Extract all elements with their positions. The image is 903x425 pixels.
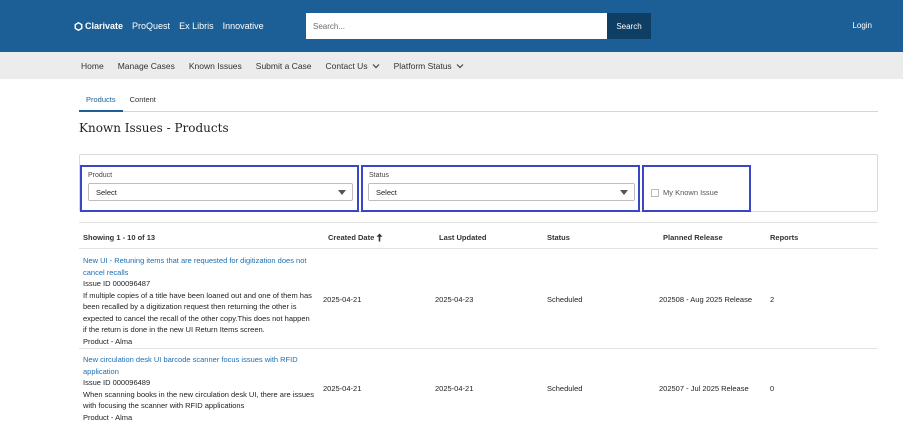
my-known-issue-label[interactable]: My Known Issue [663,188,718,197]
nav-platform-status-label: Platform Status [393,60,452,71]
nav-known-issues-label: Known Issues [188,60,242,71]
caret-down-icon [338,190,346,195]
brand-innovative[interactable]: Innovative [223,21,264,31]
nav-submit-case-label: Submit a Case [255,60,312,71]
issue-product: Product - Alma [83,412,133,422]
issue-product: Product - Alma [83,336,133,346]
nav-contact-us-label: Contact Us [325,60,368,71]
brand-proquest[interactable]: ProQuest [132,21,170,31]
last-updated: 2025-04-21 [435,384,474,393]
brand-name: Clarivate [85,21,124,31]
issue-cell: New UI - Retuning items that are request… [83,255,315,347]
header-reports[interactable]: Reports [770,233,798,242]
header-planned-release[interactable]: Planned Release [663,233,723,242]
header-status[interactable]: Status [547,233,570,242]
status-select[interactable]: Select [368,183,635,201]
search-button[interactable]: Search [607,13,651,39]
main-nav: Home Manage Cases Known Issues Submit a … [0,52,903,79]
nav-manage-cases-label: Manage Cases [117,60,175,71]
issue-id: Issue ID 000096487 [83,279,151,288]
brand-bar: Clarivate ProQuest Ex Libris Innovative [74,21,264,31]
nav-submit-case[interactable]: Submit a Case [256,61,312,71]
nav-manage-cases[interactable]: Manage Cases [118,61,175,71]
issue-description: If multiple copies of a title have been … [83,290,312,335]
status-select-value: Select [376,187,397,197]
tabs: Products Content [79,93,878,112]
created-date: 2025-04-21 [323,295,362,304]
clarivate-logo-icon [74,21,83,31]
reports-count: 0 [770,384,775,393]
top-header: Clarivate ProQuest Ex Libris Innovative … [0,0,903,52]
nav-contact-us[interactable]: Contact Us [326,61,380,71]
my-known-issue-checkbox[interactable] [651,189,659,197]
status-value: Scheduled [547,384,583,393]
product-select-value: Select [96,187,117,197]
last-updated: 2025-04-23 [435,295,474,304]
product-filter-label: Product [88,172,113,179]
tab-content[interactable]: Content [123,93,163,112]
tab-products[interactable]: Products [79,93,123,112]
nav-platform-status[interactable]: Platform Status [394,61,464,71]
clarivate-logo[interactable]: Clarivate [74,21,123,31]
table-row: New circulation desk UI barcode scanner … [79,349,878,425]
planned-release: 202508 - Aug 2025 Release [659,295,752,304]
product-select[interactable]: Select [88,183,353,201]
header-created-date-label: Created Date [328,233,375,242]
sort-arrow-up-icon [376,233,383,242]
brand-exlibris[interactable]: Ex Libris [179,21,214,31]
chevron-down-icon [456,63,464,69]
header-created-date[interactable]: Created Date [328,233,383,242]
created-date: 2025-04-21 [323,384,362,393]
login-button[interactable]: Login [852,21,872,30]
header-last-updated[interactable]: Last Updated [439,233,487,242]
caret-down-icon [620,190,628,195]
issue-cell: New circulation desk UI barcode scanner … [83,354,315,423]
reports-count: 2 [770,295,775,304]
nav-home-label: Home [81,60,104,71]
nav-known-issues[interactable]: Known Issues [189,61,242,71]
issue-description: When scanning books in the new circulati… [83,389,314,411]
status-filter-label: Status [369,172,389,179]
page-title: Known Issues - Products [79,121,229,135]
showing-count: Showing 1 - 10 of 13 [83,233,156,242]
nav-home[interactable]: Home [81,61,104,71]
issue-title-link[interactable]: New UI - Retuning items that are request… [83,255,315,278]
search-input[interactable] [306,13,607,39]
issue-id: Issue ID 000096489 [83,378,151,387]
issue-title-link[interactable]: New circulation desk UI barcode scanner … [83,354,315,377]
table-header-row: Showing 1 - 10 of 13 Created Date Last U… [79,222,878,249]
status-value: Scheduled [547,295,583,304]
chevron-down-icon [372,63,380,69]
planned-release: 202507 - Jul 2025 Release [659,384,749,393]
table-row: New UI - Retuning items that are request… [79,249,878,349]
